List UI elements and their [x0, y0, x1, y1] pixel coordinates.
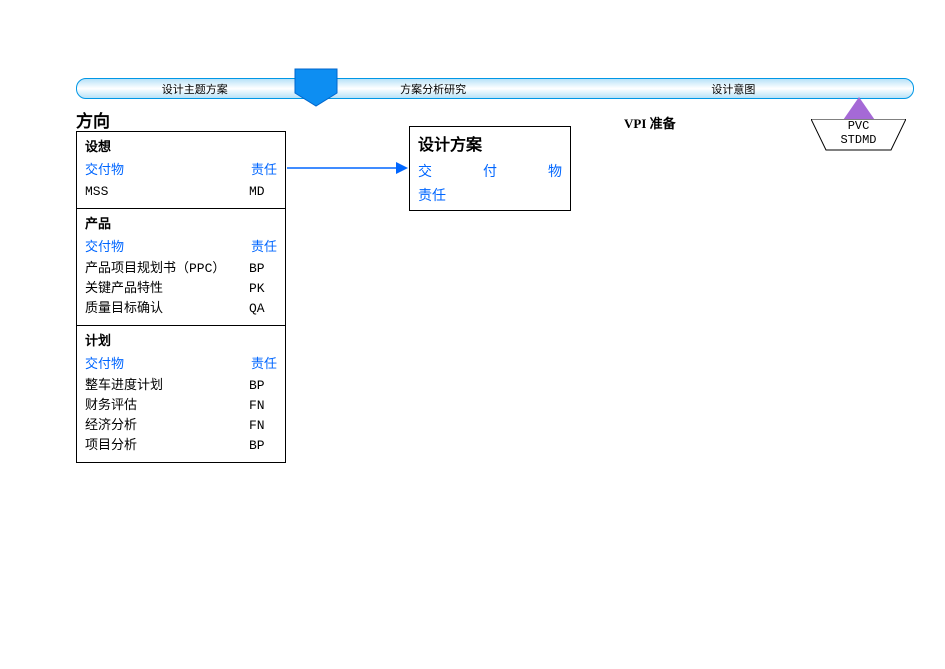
- panel-row: 质量目标确认 QA: [85, 299, 277, 319]
- design-cell: 物: [548, 161, 562, 181]
- panel-header-responsibility: 责任: [251, 236, 277, 255]
- deliverable-cell: 项目分析: [85, 436, 249, 456]
- panel-plan: 计划 交付物 责任 整车进度计划 BP 财务评估 FN 经济分析 FN 项目分析…: [77, 326, 285, 462]
- deliverable-cell: 关键产品特性: [85, 279, 249, 299]
- panel-header-responsibility: 责任: [251, 353, 277, 372]
- deliverable-cell: 质量目标确认: [85, 299, 249, 319]
- arrow-icon: [287, 161, 408, 175]
- panel-title: 计划: [85, 330, 277, 349]
- responsibility-cell: BP: [249, 376, 277, 396]
- panel-row: 关键产品特性 PK: [85, 279, 277, 299]
- panel-row: 产品项目规划书（PPC） BP: [85, 259, 277, 279]
- milestone-line1: PVC: [811, 119, 906, 133]
- panel-header-deliverable: 交付物: [85, 159, 124, 178]
- milestone-marker: PVC STDMD: [811, 97, 906, 157]
- panel-header-responsibility: 责任: [251, 159, 277, 178]
- deliverable-cell: 财务评估: [85, 396, 249, 416]
- responsibility-cell: MD: [249, 182, 277, 202]
- responsibility-cell: FN: [249, 416, 277, 436]
- panel-title: 设想: [85, 136, 277, 155]
- design-panel-row-responsibility: 责任: [418, 185, 562, 205]
- direction-label: 方向: [76, 107, 110, 132]
- panel-header-deliverable: 交付物: [85, 236, 124, 255]
- design-panel-row-deliverable: 交 付 物: [418, 161, 562, 181]
- panel-header-deliverable: 交付物: [85, 353, 124, 372]
- panel-ideation: 设想 交付物 责任 MSS MD: [77, 132, 285, 209]
- responsibility-cell: QA: [249, 299, 277, 319]
- panel-title: 产品: [85, 213, 277, 232]
- timeline-seg-2: 方案分析研究: [312, 81, 553, 97]
- responsibility-cell: PK: [249, 279, 277, 299]
- panel-header-row: 交付物 责任: [85, 159, 277, 178]
- panel-row: MSS MD: [85, 182, 277, 202]
- deliverable-cell: 整车进度计划: [85, 376, 249, 396]
- responsibility-cell: BP: [249, 259, 277, 279]
- panel-group: 设想 交付物 责任 MSS MD 产品 交付物 责任 产品项目规划书（PPC） …: [76, 131, 286, 463]
- panel-product: 产品 交付物 责任 产品项目规划书（PPC） BP 关键产品特性 PK 质量目标…: [77, 209, 285, 326]
- design-cell: 交: [418, 161, 432, 181]
- panel-header-row: 交付物 责任: [85, 353, 277, 372]
- milestone-line2: STDMD: [811, 133, 906, 147]
- vpi-label: VPI 准备: [624, 113, 676, 132]
- panel-row: 经济分析 FN: [85, 416, 277, 436]
- panel-row: 财务评估 FN: [85, 396, 277, 416]
- responsibility-cell: FN: [249, 396, 277, 416]
- panel-row: 整车进度计划 BP: [85, 376, 277, 396]
- responsibility-cell: BP: [249, 436, 277, 456]
- shield-marker-icon: [294, 68, 338, 107]
- timeline-seg-3: 设计意图: [554, 81, 913, 97]
- deliverable-cell: 经济分析: [85, 416, 249, 436]
- design-panel: 设计方案 交 付 物 责任: [409, 126, 571, 211]
- deliverable-cell: MSS: [85, 182, 249, 202]
- design-panel-title: 设计方案: [418, 131, 562, 155]
- timeline-bar: 设计主题方案 方案分析研究 设计意图: [76, 78, 914, 99]
- panel-row: 项目分析 BP: [85, 436, 277, 456]
- timeline-seg-1: 设计主题方案: [77, 81, 312, 97]
- design-cell: 付: [483, 161, 497, 181]
- milestone-label: PVC STDMD: [811, 119, 906, 147]
- deliverable-cell: 产品项目规划书（PPC）: [85, 259, 249, 279]
- panel-header-row: 交付物 责任: [85, 236, 277, 255]
